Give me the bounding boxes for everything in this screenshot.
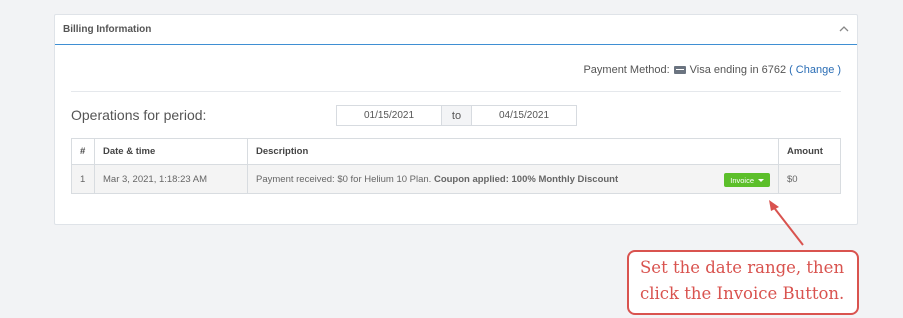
- credit-card-icon: [673, 66, 686, 74]
- change-payment-link[interactable]: Change: [796, 64, 835, 76]
- arrow-icon: [769, 200, 804, 246]
- payment-method: Payment Method: Visa ending in 6762 ( Ch…: [583, 64, 841, 76]
- row-description: Payment received: $0 for Helium 10 Plan.…: [247, 164, 779, 194]
- end-date-input[interactable]: [471, 105, 577, 126]
- operations-table: # Date & time Description Amount 1 Mar 3…: [71, 138, 841, 194]
- description-text: Payment received: $0 for Helium 10 Plan.: [256, 173, 434, 185]
- card-description: Visa ending in 6762: [689, 64, 787, 76]
- column-header-number: #: [71, 138, 95, 165]
- panel-title: Billing Information: [63, 24, 152, 35]
- payment-method-label: Payment Method:: [583, 64, 670, 76]
- row-datetime: Mar 3, 2021, 1:18:23 AM: [94, 164, 248, 194]
- close-paren: ): [837, 64, 841, 76]
- chevron-up-icon[interactable]: [839, 24, 849, 35]
- date-range-picker: to: [336, 105, 577, 126]
- invoice-button[interactable]: Invoice: [724, 173, 770, 187]
- table-row: 1 Mar 3, 2021, 1:18:23 AM Payment receiv…: [71, 164, 841, 194]
- start-date-input[interactable]: [336, 105, 442, 126]
- divider: [71, 91, 841, 92]
- billing-information-panel: Billing Information Payment Method: Visa…: [54, 14, 858, 225]
- row-number: 1: [71, 164, 95, 194]
- invoice-button-label: Invoice: [730, 175, 754, 185]
- row-amount: $0: [778, 164, 841, 194]
- callout-line-2: click the Invoice Button.: [640, 284, 845, 303]
- date-range-separator: to: [442, 105, 471, 126]
- column-header-date: Date & time: [94, 138, 248, 165]
- table-header-row: # Date & time Description Amount: [71, 138, 841, 165]
- description-coupon: Coupon applied: 100% Monthly Discount: [433, 173, 619, 185]
- column-header-description: Description: [247, 138, 779, 165]
- period-label: Operations for period:: [71, 107, 207, 123]
- instruction-callout: Set the date range, then click the Invoi…: [627, 250, 859, 315]
- panel-header[interactable]: Billing Information: [55, 15, 857, 45]
- caret-down-icon: [758, 178, 764, 182]
- callout-line-1: Set the date range, then: [640, 258, 845, 277]
- open-paren: (: [789, 64, 793, 76]
- column-header-amount: Amount: [778, 138, 841, 165]
